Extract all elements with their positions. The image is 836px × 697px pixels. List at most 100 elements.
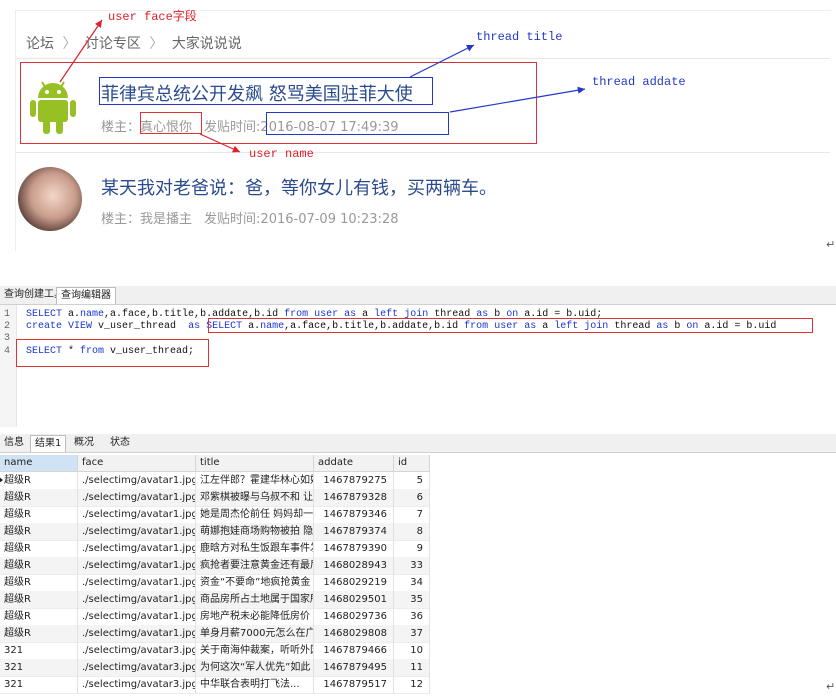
title-highlight-box [99, 77, 433, 105]
annotation-thread-addate: thread addate [592, 75, 686, 89]
cell-face[interactable]: ./selectimg/avatar1.jpg [78, 608, 196, 625]
cell-name[interactable]: 超级R [0, 557, 78, 574]
table-row[interactable]: 超级R ./selectimg/avatar1.jpg 房地产税未必能降低房价 146… [0, 608, 430, 626]
cell-id[interactable]: 9 [394, 540, 430, 557]
tab-status[interactable]: 状态 [106, 435, 134, 451]
cell-name[interactable]: 321 [0, 676, 78, 693]
column-header-title[interactable]: title [196, 455, 314, 471]
cell-face[interactable]: ./selectimg/avatar1.jpg [78, 523, 196, 540]
thread-title[interactable]: 某天我对老爸说：爸，等你女儿有钱，买两辆车。 [101, 174, 497, 200]
cell-id[interactable]: 5 [394, 472, 430, 489]
cell-addate[interactable]: 1467879328 [314, 489, 394, 506]
table-row[interactable]: 超级R ./selectimg/avatar1.jpg 邓紫棋被曝与乌叔不和 让房 1… [0, 489, 430, 507]
table-row[interactable]: 超级R ./selectimg/avatar1.jpg 她是周杰伦前任 妈妈却一生 1… [0, 506, 430, 524]
tab-result1[interactable]: 结果1 [30, 435, 67, 452]
cell-title[interactable]: 资金“不要命”地疯抢黄金 [196, 574, 314, 591]
cell-id[interactable]: 10 [394, 642, 430, 659]
cell-title[interactable]: 商品房所占土地属于国家所 [196, 591, 314, 608]
cell-face[interactable]: ./selectimg/avatar1.jpg [78, 574, 196, 591]
cell-face[interactable]: ./selectimg/avatar3.jpg [78, 642, 196, 659]
cell-addate[interactable]: 1467879374 [314, 523, 394, 540]
table-row[interactable]: 超级R ./selectimg/avatar1.jpg 资金“不要命”地疯抢黄金 14… [0, 574, 430, 592]
tab-query-editor[interactable]: 查询编辑器 [56, 287, 116, 304]
table-row[interactable]: 超级R ./selectimg/avatar1.jpg 江左伴郎？霍建华林心如婚 14… [0, 472, 430, 490]
cell-title[interactable]: 萌娜抱娃商场购物被拍 隐婚 [196, 523, 314, 540]
column-header-name[interactable]: name [0, 455, 78, 471]
column-header-id[interactable]: id [394, 455, 430, 471]
author-name[interactable]: 我是播主 [140, 212, 192, 227]
table-row[interactable]: 321 ./selectimg/avatar3.jpg 关于南海仲裁案，听听外国 14… [0, 642, 430, 660]
cell-title[interactable]: 江左伴郎？霍建华林心如婚 [196, 472, 314, 489]
breadcrumb-item-discussion[interactable]: 讨论专区 [85, 36, 141, 52]
cell-name[interactable]: 超级R [0, 506, 78, 523]
cell-title[interactable]: 中华联合表明打飞法... [196, 676, 314, 693]
cell-addate[interactable]: 1467879390 [314, 540, 394, 557]
cell-face[interactable]: ./selectimg/avatar1.jpg [78, 625, 196, 642]
cell-face[interactable]: ./selectimg/avatar1.jpg [78, 557, 196, 574]
cell-face[interactable]: ./selectimg/avatar1.jpg [78, 591, 196, 608]
cell-id[interactable]: 7 [394, 506, 430, 523]
cell-id[interactable]: 37 [394, 625, 430, 642]
cell-name[interactable]: 321 [0, 642, 78, 659]
cell-name[interactable]: 321 [0, 659, 78, 676]
cell-id[interactable]: 36 [394, 608, 430, 625]
cell-addate[interactable]: 1467879466 [314, 642, 394, 659]
cell-title[interactable]: 关于南海仲裁案，听听外国 [196, 642, 314, 659]
tab-info[interactable]: 信息 [0, 435, 28, 451]
column-header-addate[interactable]: addate [314, 455, 394, 471]
cell-name[interactable]: 超级R [0, 489, 78, 506]
user-avatar[interactable] [18, 167, 82, 231]
cell-name[interactable]: 超级R [0, 608, 78, 625]
cell-face[interactable]: ./selectimg/avatar3.jpg [78, 676, 196, 693]
cell-addate[interactable]: 1468029219 [314, 574, 394, 591]
cell-title[interactable]: 房地产税未必能降低房价 [196, 608, 314, 625]
cell-id[interactable]: 11 [394, 659, 430, 676]
cell-title[interactable]: 邓紫棋被曝与乌叔不和 让房 [196, 489, 314, 506]
cell-addate[interactable]: 1467879275 [314, 472, 394, 489]
cell-face[interactable]: ./selectimg/avatar1.jpg [78, 506, 196, 523]
cell-addate[interactable]: 1467879346 [314, 506, 394, 523]
cell-id[interactable]: 34 [394, 574, 430, 591]
cell-name[interactable]: 超级R [0, 540, 78, 557]
cell-title[interactable]: 鹿晗方对私生饭跟车事件发 [196, 540, 314, 557]
cell-title[interactable]: 为何这次“军人优先”如此 [196, 659, 314, 676]
post-date: 2016-07-09 10:23:28 [260, 212, 399, 227]
cell-title[interactable]: 疯抢者要注意黄金还有最后 [196, 557, 314, 574]
sql-editor[interactable]: 1 SELECT a.name,a.face,b.title,b.addate,b… [0, 305, 836, 427]
cell-name[interactable]: 超级R [0, 591, 78, 608]
sql-keyword: SELECT [26, 309, 63, 320]
cell-id[interactable]: 6 [394, 489, 430, 506]
cell-face[interactable]: ./selectimg/avatar1.jpg [78, 472, 196, 489]
table-row[interactable]: 321 ./selectimg/avatar3.jpg 为何这次“军人优先”如此 14… [0, 659, 430, 677]
annotation-thread-title: thread title [476, 30, 563, 44]
cell-face[interactable]: ./selectimg/avatar3.jpg [78, 659, 196, 676]
cell-id[interactable]: 8 [394, 523, 430, 540]
cell-id[interactable]: 12 [394, 676, 430, 693]
tab-overview[interactable]: 概况 [70, 435, 98, 451]
column-header-face[interactable]: face [78, 455, 196, 471]
cell-title[interactable]: 单身月薪7000元怎么在广州 [196, 625, 314, 642]
cell-addate[interactable]: 1468028943 [314, 557, 394, 574]
table-row[interactable]: 超级R ./selectimg/avatar1.jpg 单身月薪7000元怎么在广州… [0, 625, 430, 643]
breadcrumb-item-current[interactable]: 大家说说说 [172, 36, 242, 52]
cell-addate[interactable]: 1468029808 [314, 625, 394, 642]
breadcrumb-item-forum[interactable]: 论坛 [26, 36, 54, 52]
cell-name[interactable]: 超级R [0, 523, 78, 540]
cell-addate[interactable]: 1468029501 [314, 591, 394, 608]
cell-name[interactable]: 超级R [0, 472, 78, 489]
cell-title[interactable]: 她是周杰伦前任 妈妈却一生 [196, 506, 314, 523]
cell-face[interactable]: ./selectimg/avatar1.jpg [78, 540, 196, 557]
cell-addate[interactable]: 1467879495 [314, 659, 394, 676]
cell-name[interactable]: 超级R [0, 574, 78, 591]
cell-addate[interactable]: 1467879517 [314, 676, 394, 693]
cell-addate[interactable]: 1468029736 [314, 608, 394, 625]
table-row[interactable]: 超级R ./selectimg/avatar1.jpg 商品房所占土地属于国家所 14… [0, 591, 430, 609]
table-row[interactable]: 321 ./selectimg/avatar3.jpg 中华联合表明打飞法... 14… [0, 676, 430, 694]
cell-id[interactable]: 33 [394, 557, 430, 574]
cell-id[interactable]: 35 [394, 591, 430, 608]
table-row[interactable]: 超级R ./selectimg/avatar1.jpg 鹿晗方对私生饭跟车事件发 14… [0, 540, 430, 558]
table-row[interactable]: 超级R ./selectimg/avatar1.jpg 萌娜抱娃商场购物被拍 隐婚 1… [0, 523, 430, 541]
cell-name[interactable]: 超级R [0, 625, 78, 642]
table-row[interactable]: 超级R ./selectimg/avatar1.jpg 疯抢者要注意黄金还有最后 14… [0, 557, 430, 575]
cell-face[interactable]: ./selectimg/avatar1.jpg [78, 489, 196, 506]
